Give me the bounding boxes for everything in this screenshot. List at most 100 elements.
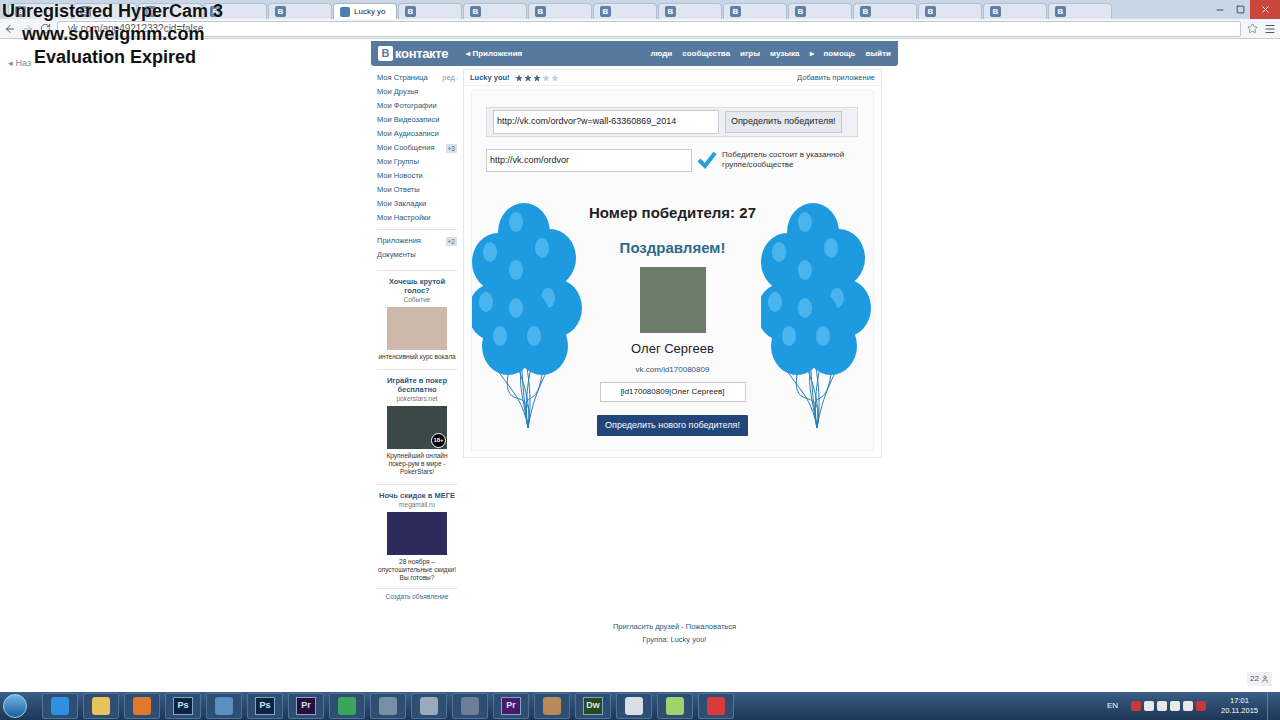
sidebar-item[interactable]: Мои Сообщения+3 xyxy=(377,141,457,155)
ad-image[interactable] xyxy=(387,307,447,350)
online-badge[interactable]: 22 xyxy=(1247,672,1272,686)
taskbar-app[interactable]: Pr xyxy=(493,693,529,719)
browser-tab[interactable]: В xyxy=(268,3,332,19)
sidebar-item[interactable]: Мои Аудиозаписи xyxy=(377,127,457,141)
sidebar-item[interactable]: Моя Страницаред. xyxy=(377,71,457,85)
sidebar-item[interactable]: Мои Закладки xyxy=(377,197,457,211)
taskbar-app[interactable] xyxy=(370,693,406,719)
ad-image[interactable]: 18+ xyxy=(387,406,447,449)
taskbar-app[interactable] xyxy=(657,693,693,719)
taskbar-app[interactable] xyxy=(206,693,242,719)
congrats-title: Поздравляем! xyxy=(620,237,726,260)
taskbar-app[interactable] xyxy=(83,693,119,719)
winner-link[interactable]: vk.com/id170080809 xyxy=(636,364,710,376)
footer-group[interactable]: Группа: Lucky you! xyxy=(643,633,707,646)
nav-link[interactable]: ▸ xyxy=(810,48,814,60)
taskbar-app[interactable] xyxy=(124,693,160,719)
bookmark-star-icon[interactable] xyxy=(1247,23,1258,34)
chrome-menu-icon[interactable] xyxy=(1264,23,1276,35)
add-app-link[interactable]: Добавить приложение xyxy=(797,72,875,83)
new-winner-button[interactable]: Определить нового победителя! xyxy=(597,415,748,437)
ad-card[interactable]: Ночь скидок в МЕГЕmegamall.ru28 ноября –… xyxy=(377,484,457,582)
browser-tab[interactable]: В xyxy=(593,3,657,19)
winner-code-field[interactable]: [id170080809|Олег Сергеев] xyxy=(600,382,746,402)
nav-link[interactable]: игры xyxy=(740,48,760,60)
back-icon[interactable] xyxy=(4,23,16,35)
taskbar-app[interactable] xyxy=(698,693,734,719)
browser-tab[interactable]: В xyxy=(528,3,592,19)
winner-section: Номер победителя: 27Поздравляем!Олег Сер… xyxy=(472,200,873,436)
ad-card[interactable]: Хочешь крутой голос?Событиеинтенсивный к… xyxy=(377,270,457,361)
back-link[interactable]: ◂ Наз xyxy=(8,58,31,68)
browser-tab[interactable]: В xyxy=(983,3,1047,19)
tray-icon[interactable] xyxy=(1183,701,1193,711)
create-ad-link[interactable]: Создать объявление xyxy=(377,588,457,602)
left-gutter: ◂ Наз xyxy=(0,39,371,692)
browser-tab[interactable]: В xyxy=(918,3,982,19)
winner-name[interactable]: Олег Сергеев xyxy=(631,339,714,359)
taskbar: PsPsPrPrDwEN17:0120.11.2015 xyxy=(0,692,1280,720)
ad-card[interactable]: Играйте в покер бесплатноpokerstars.net1… xyxy=(377,369,457,476)
count-badge: +3 xyxy=(446,144,457,153)
sidebar-item[interactable]: Мои Группы xyxy=(377,155,457,169)
sidebar-item[interactable]: Мои Настройки xyxy=(377,211,457,225)
sidebar-item[interactable]: Мои Ответы xyxy=(377,183,457,197)
clock[interactable]: 17:0120.11.2015 xyxy=(1221,696,1258,716)
tray-icon[interactable] xyxy=(1170,701,1180,711)
maximize-button[interactable] xyxy=(1230,0,1250,19)
sidebar-item[interactable]: Мои Фотографии xyxy=(377,99,457,113)
ad-image[interactable] xyxy=(387,512,447,555)
taskbar-app[interactable] xyxy=(42,693,78,719)
tray-icon[interactable] xyxy=(1196,701,1206,711)
tray-icon[interactable] xyxy=(1144,701,1154,711)
sidebar-item[interactable]: Приложения+2 xyxy=(377,234,457,248)
language-indicator[interactable]: EN xyxy=(1107,700,1118,712)
browser-tab[interactable]: В xyxy=(398,3,462,19)
tray-icon[interactable] xyxy=(1131,701,1141,711)
nav-link[interactable]: музыка xyxy=(770,48,799,60)
taskbar-app[interactable] xyxy=(411,693,447,719)
vk-logo[interactable]: Вконтакте xyxy=(378,44,448,64)
taskbar-app[interactable] xyxy=(616,693,652,719)
footer-links[interactable]: Пригласить друзей - Пожаловаться xyxy=(613,620,736,633)
show-desktop-button[interactable] xyxy=(1267,692,1277,720)
nav-link[interactable]: люди xyxy=(650,48,672,60)
sidebar-item[interactable]: Мои Видеозаписи xyxy=(377,113,457,127)
browser-tab[interactable]: В xyxy=(723,3,787,19)
group-url-field[interactable]: http://vk.com/ordvor xyxy=(486,149,692,173)
browser-tab[interactable]: В xyxy=(1048,3,1112,19)
minimize-button[interactable] xyxy=(1210,0,1230,19)
app-tile-icon xyxy=(51,697,69,715)
address-bar[interactable]: vk.com/app4921233?cid=false xyxy=(57,21,1241,37)
browser-tab[interactable]: В xyxy=(658,3,722,19)
close-button[interactable] xyxy=(1250,0,1280,19)
nav-link[interactable]: помощь xyxy=(824,48,856,60)
check-icon xyxy=(697,151,717,169)
vk-favicon-icon: В xyxy=(665,6,676,17)
taskbar-app[interactable]: Dw xyxy=(575,693,611,719)
browser-tab[interactable]: В xyxy=(853,3,917,19)
section-link[interactable]: ◂ Приложения xyxy=(466,48,522,60)
vk-favicon-icon: В xyxy=(860,6,871,17)
sidebar-item[interactable]: Документы xyxy=(377,248,457,262)
find-winner-button[interactable]: Определить победителя! xyxy=(725,111,842,133)
post-url-field[interactable]: http://vk.com/ordvor?w=wall-63360869_201… xyxy=(493,110,719,134)
browser-tab[interactable]: В xyxy=(463,3,527,19)
taskbar-app[interactable] xyxy=(452,693,488,719)
tray-icon[interactable] xyxy=(1157,701,1167,711)
age-badge: 18+ xyxy=(431,433,446,448)
taskbar-app[interactable]: Ps xyxy=(165,693,201,719)
app-tile-icon xyxy=(707,697,725,715)
sidebar-item[interactable]: Мои Друзья xyxy=(377,85,457,99)
tray xyxy=(1131,701,1206,711)
start-button-icon[interactable] xyxy=(3,694,27,718)
nav-link[interactable]: сообщества xyxy=(682,48,730,60)
browser-tab[interactable]: Lucky yo xyxy=(333,3,397,19)
browser-tab[interactable]: В xyxy=(788,3,852,19)
taskbar-app[interactable]: Pr xyxy=(288,693,324,719)
taskbar-app[interactable] xyxy=(534,693,570,719)
taskbar-app[interactable]: Ps xyxy=(247,693,283,719)
nav-link[interactable]: выйти xyxy=(865,48,891,60)
taskbar-app[interactable] xyxy=(329,693,365,719)
sidebar-item[interactable]: Мои Новости xyxy=(377,169,457,183)
